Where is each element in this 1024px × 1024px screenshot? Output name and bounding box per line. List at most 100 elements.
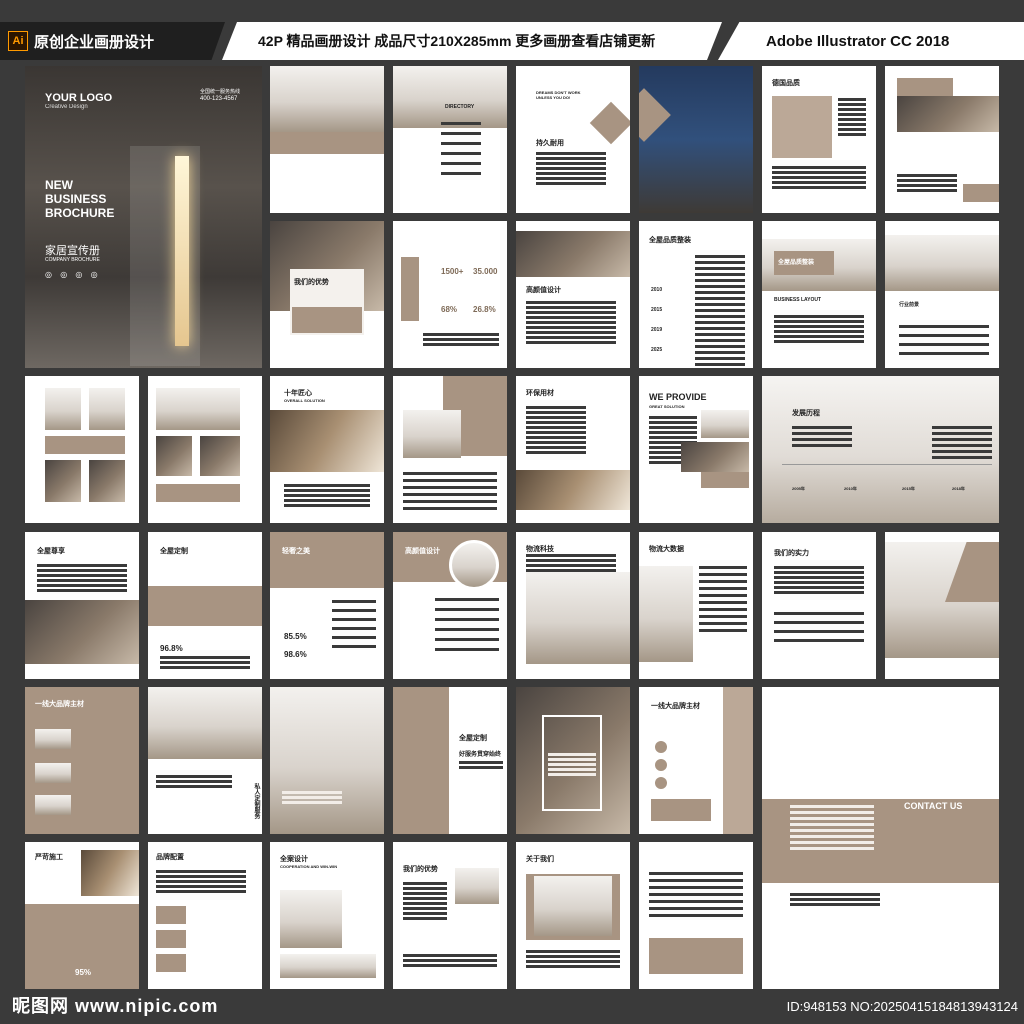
- stat-5: 96.8%: [160, 644, 183, 653]
- page-last: [639, 842, 753, 989]
- side-band: [723, 687, 753, 834]
- interior-photo: [534, 876, 612, 936]
- living-photo: [526, 572, 630, 664]
- cover-logo-sub: Creative Design: [45, 104, 88, 110]
- kitchen-photo: [885, 235, 999, 291]
- body-text: [536, 152, 606, 185]
- page-dining: [639, 66, 753, 213]
- stat-8: 95%: [75, 968, 92, 977]
- strength-body-2: [774, 612, 864, 642]
- coop-title: 全案设计: [280, 856, 308, 863]
- page-custom-2: 全屋定制 好服务贯穿始终: [393, 687, 507, 834]
- icon-grid: [772, 96, 832, 158]
- contact-list: [790, 805, 834, 850]
- header-software-label: Adobe Illustrator CC 2018: [766, 32, 950, 50]
- kitchen-photo: [897, 96, 999, 132]
- page-brand-main-2: 一线大品牌主材: [639, 687, 753, 834]
- private-body: [156, 775, 232, 788]
- photo-2: [681, 442, 749, 472]
- eco-title: 环保用材: [526, 390, 554, 397]
- ten-years-body: [284, 484, 370, 507]
- illustrator-icon: Ai: [8, 31, 28, 51]
- page-contact: CONTACT US: [762, 687, 999, 989]
- about-body: [526, 950, 620, 968]
- kitchen-body: [897, 174, 957, 192]
- custom2-body: [459, 761, 503, 769]
- year-4: 2025: [651, 347, 663, 353]
- interior-photo-2: [280, 954, 376, 978]
- last-body: [649, 872, 743, 917]
- advantage2-title: 我们的优势: [403, 866, 438, 873]
- page-bigdata: 物流大数据: [639, 532, 753, 679]
- round-photo: [449, 540, 499, 590]
- icon-3: [655, 777, 667, 789]
- business-body: [774, 315, 864, 343]
- interior-photo: [270, 687, 384, 834]
- interior-photo: [455, 868, 499, 904]
- photo-1: [35, 729, 71, 749]
- config-icon-3: [156, 954, 186, 972]
- page-history: 发展历程 2005年 2010年 2015年 2018年: [762, 376, 999, 523]
- page-respect: 全屋尊享: [25, 532, 139, 679]
- advantage2-body: [403, 882, 447, 920]
- page-we-provide: WE PROVIDE GREAT SOLUTION: [639, 376, 753, 523]
- interior-photo: [393, 66, 507, 128]
- tl-year-1: 2005年: [792, 486, 805, 491]
- stat-4: 26.8%: [473, 305, 496, 314]
- bedroom-body: [403, 472, 497, 510]
- respect-title: 全屋尊享: [37, 548, 65, 555]
- interior-photo: [280, 890, 342, 948]
- contact-list-2: [834, 805, 874, 850]
- cover-logo: YOUR LOGO: [45, 92, 113, 104]
- custom-photo-body: [282, 791, 342, 804]
- page-brand: 德国品质: [762, 66, 876, 213]
- stat-6: 85.5%: [284, 632, 307, 641]
- photo-4: [89, 460, 125, 502]
- diamond-icon: [589, 101, 630, 145]
- service-title: 好服务贯穿始终: [459, 752, 502, 758]
- stat-1: 1500+: [441, 267, 464, 276]
- page-gallery-1: [25, 376, 139, 523]
- icon-band: [148, 586, 262, 626]
- coop-sub: COOPERATION AND WIN-WIN: [280, 864, 338, 869]
- bigdata-body: [699, 566, 747, 632]
- side-band: [401, 257, 419, 321]
- strength-title: 我们的实力: [774, 550, 809, 557]
- directory-list: [441, 122, 481, 175]
- design-body: [526, 301, 616, 344]
- page-interior-right: [885, 532, 999, 679]
- cover-phone: 400-123-4567: [200, 96, 238, 102]
- page-directory: DIRECTORY: [393, 66, 507, 213]
- custom-title: 全屋定制: [160, 548, 188, 555]
- private-title: 私人定制服务: [253, 783, 259, 819]
- bigdata-title: 物流大数据: [649, 546, 684, 553]
- craftsman-photo: [25, 600, 139, 664]
- high-design-body: [435, 598, 499, 651]
- page-dreams: DREAMS DON'T WORK UNLESS YOU DO! 持久耐用: [516, 66, 630, 213]
- photo-2: [35, 763, 71, 783]
- header-center-title: 42P 精品画册设计 成品尺寸210X285mm 更多画册查看店铺更新: [258, 33, 656, 49]
- page-config: 品牌配置: [148, 842, 262, 989]
- kitchen-photo: [516, 231, 630, 277]
- page-bedroom: [393, 376, 507, 523]
- interior-photo: [81, 850, 139, 896]
- bedroom-photo: [403, 410, 461, 458]
- config-body: [156, 870, 246, 893]
- page-stats: 1500+ 35.000 68% 26.8%: [393, 221, 507, 368]
- about-title: 关于我们: [526, 856, 554, 863]
- industry-title: 行业前景: [899, 302, 920, 308]
- year-3: 2019: [651, 327, 663, 333]
- header-bar: Ai 原创企业画册设计 42P 精品画册设计 成品尺寸210X285mm 更多画…: [0, 22, 1024, 60]
- advantage-icons: [292, 307, 362, 333]
- page-custom-photo: [270, 687, 384, 834]
- high-design-title: 高颜值设计: [526, 287, 561, 294]
- stat-7: 98.6%: [284, 650, 307, 659]
- cover-title-1: NEW: [45, 178, 73, 192]
- advantage2-body-2: [403, 954, 497, 967]
- tl-year-2: 2010年: [844, 486, 857, 491]
- page-industry: 行业前景: [885, 221, 999, 368]
- config-icon-2: [156, 930, 186, 948]
- timeline-body: [695, 255, 745, 368]
- light-title: 轻奢之美: [282, 548, 310, 555]
- header-band: [270, 532, 384, 588]
